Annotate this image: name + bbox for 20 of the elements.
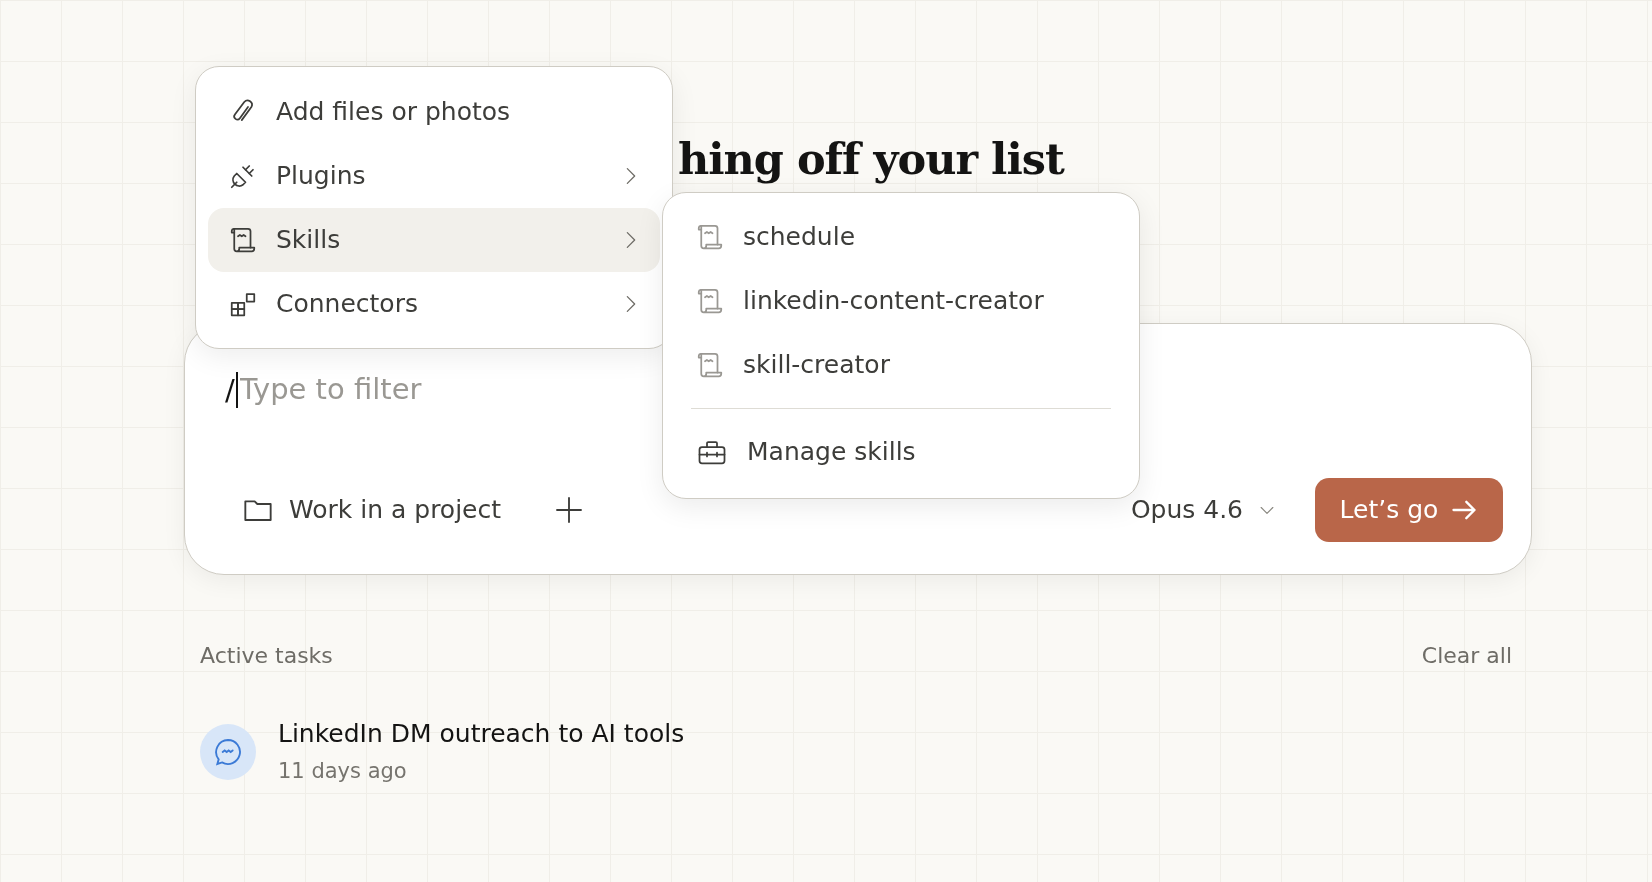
menu-item[interactable]: Manage skills — [675, 420, 1127, 484]
submit-button[interactable]: Let’s go — [1315, 478, 1503, 542]
menu-item[interactable]: Connectors — [208, 272, 660, 336]
model-selector[interactable]: Opus 4.6 — [1120, 487, 1287, 533]
scroll-icon — [228, 225, 258, 255]
menu-item[interactable]: Plugins — [208, 144, 660, 208]
task-time: 11 days ago — [278, 758, 408, 785]
menu-item[interactable]: linkedin-content-creator — [675, 269, 1127, 333]
menu-item[interactable]: Skills — [208, 208, 660, 272]
scroll-icon — [695, 350, 725, 380]
menu-item[interactable]: Add files or photos — [208, 80, 660, 144]
menu-item[interactable]: schedule — [675, 205, 1127, 269]
scroll-icon — [695, 286, 725, 316]
page-heading: hing off your list — [678, 133, 1064, 186]
section-title: Active tasks — [200, 642, 333, 670]
project-button[interactable]: Work in a project — [225, 487, 514, 533]
task-title[interactable]: LinkedIn DM outreach to AI tools — [278, 716, 685, 752]
scroll-icon — [695, 222, 725, 252]
clear-all-link[interactable]: Clear all — [1421, 639, 1512, 672]
menu-item[interactable]: skill-creator — [675, 333, 1127, 397]
